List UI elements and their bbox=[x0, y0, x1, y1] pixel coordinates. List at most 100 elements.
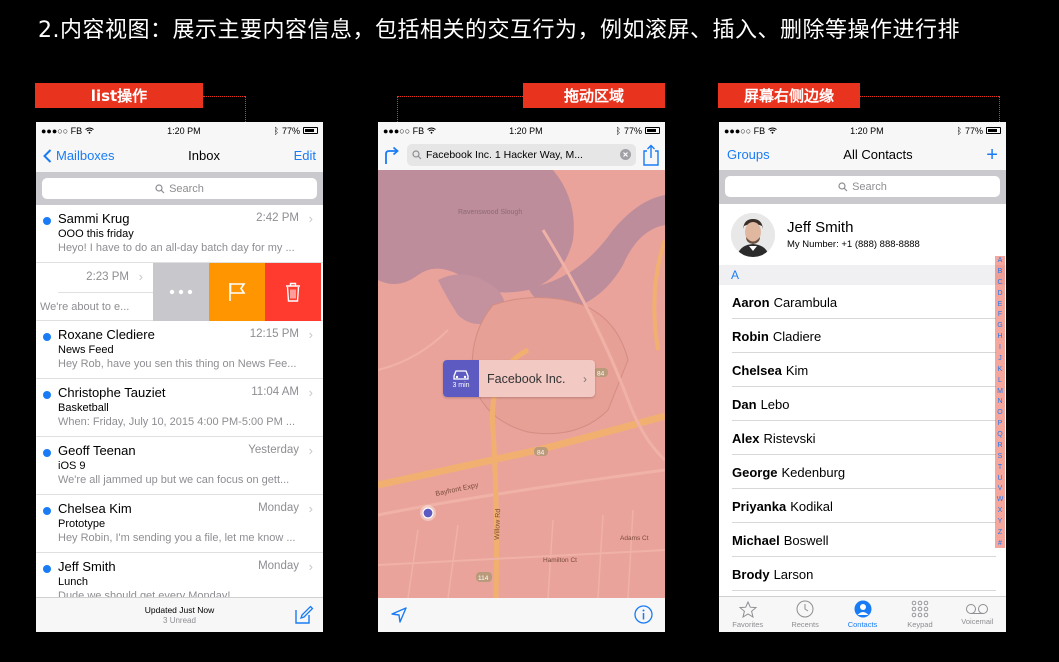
index-letter[interactable]: U bbox=[997, 475, 1002, 482]
index-letter[interactable]: W bbox=[997, 496, 1004, 503]
mail-list-item[interactable]: Christophe Tauziet 11:04 AM › Basketball… bbox=[36, 379, 323, 437]
index-letter[interactable]: M bbox=[997, 388, 1003, 395]
index-letter[interactable]: C bbox=[997, 279, 1002, 286]
tab-keypad[interactable]: Keypad bbox=[891, 597, 948, 632]
index-letter[interactable]: K bbox=[998, 366, 1003, 373]
location-arrow-icon[interactable] bbox=[390, 606, 408, 624]
index-letter[interactable]: Y bbox=[998, 518, 1003, 525]
index-letter[interactable]: O bbox=[997, 409, 1002, 416]
index-letter[interactable]: A bbox=[998, 257, 1003, 264]
index-letter[interactable]: F bbox=[998, 311, 1002, 318]
add-contact-button[interactable]: + bbox=[986, 145, 998, 165]
contact-row[interactable]: Chelsea Kim bbox=[719, 353, 1006, 387]
index-letter[interactable]: J bbox=[998, 355, 1002, 362]
index-letter[interactable]: N bbox=[997, 398, 1002, 405]
more-button[interactable] bbox=[153, 263, 209, 321]
leader-line bbox=[203, 96, 245, 97]
slough-label: Ravenswood Slough bbox=[458, 209, 522, 216]
index-letter[interactable]: T bbox=[998, 464, 1002, 471]
edit-button[interactable]: Edit bbox=[294, 148, 316, 163]
drive-eta-button[interactable]: 3 min bbox=[443, 360, 479, 397]
contacts-nav-bar: Groups All Contacts + bbox=[719, 139, 1006, 170]
search-icon bbox=[412, 149, 422, 159]
index-letter[interactable]: P bbox=[998, 420, 1003, 427]
index-letter[interactable]: # bbox=[998, 540, 1002, 547]
share-icon[interactable] bbox=[642, 144, 660, 166]
contact-row[interactable]: Alex Ristevski bbox=[719, 421, 1006, 455]
my-card[interactable]: Jeff Smith My Number: +1 (888) 888-8888 bbox=[719, 204, 1006, 265]
index-letter[interactable]: S bbox=[998, 453, 1003, 460]
section-index-bar[interactable]: A B C D E F G H I J K L M N O P Q R S T U V W X Y Z # bbox=[995, 256, 1005, 548]
directions-icon[interactable] bbox=[383, 145, 401, 165]
mail-time: 2:23 PM bbox=[86, 271, 129, 283]
contact-row[interactable]: Dan Lebo bbox=[719, 387, 1006, 421]
tab-voicemail[interactable]: Voicemail bbox=[949, 597, 1006, 632]
contact-last-name: Lebo bbox=[760, 396, 790, 412]
search-icon bbox=[838, 181, 848, 191]
groups-button[interactable]: Groups bbox=[727, 147, 770, 162]
clock: 1:20 PM bbox=[167, 125, 201, 136]
unread-dot bbox=[43, 565, 51, 573]
search-input[interactable]: Search bbox=[725, 176, 1000, 197]
updated-status: Updated Just Now bbox=[144, 605, 215, 615]
clear-icon[interactable] bbox=[620, 149, 631, 160]
contact-last-name: Kim bbox=[785, 362, 809, 378]
mail-nav-bar: Mailboxes Inbox Edit bbox=[36, 139, 323, 172]
tab-favorites[interactable]: Favorites bbox=[719, 597, 776, 632]
mail-time: Yesterday bbox=[248, 444, 299, 456]
index-letter[interactable]: H bbox=[997, 333, 1002, 340]
index-letter[interactable]: G bbox=[997, 322, 1002, 329]
index-letter[interactable]: X bbox=[998, 507, 1003, 514]
info-icon[interactable] bbox=[634, 605, 653, 624]
index-letter[interactable]: B bbox=[998, 268, 1003, 275]
status-bar: ●●●○○ FB 1:20 PM ᛒ 77% bbox=[719, 122, 1006, 139]
contact-row[interactable]: Brody Larson bbox=[719, 557, 1006, 591]
mail-subject: Prototype bbox=[58, 518, 106, 530]
tag-drag-area: 拖动区域 bbox=[523, 83, 665, 108]
swiped-mail-list-item[interactable]: 2:23 PM › We're about to e... bbox=[36, 263, 323, 321]
map-drag-area[interactable]: Ravenswood Slough Bayfront Expy Willow R… bbox=[378, 170, 665, 598]
search-bar: Search bbox=[719, 170, 1006, 204]
mailboxes-back-button[interactable]: Mailboxes bbox=[43, 148, 115, 163]
compose-icon[interactable] bbox=[294, 605, 314, 625]
index-letter[interactable]: D bbox=[997, 290, 1002, 297]
contact-row[interactable]: Robin Cladiere bbox=[719, 319, 1006, 353]
search-placeholder: Search bbox=[852, 180, 887, 193]
mail-subject: OOO this friday bbox=[58, 228, 134, 240]
delete-button[interactable] bbox=[265, 263, 321, 321]
flag-button[interactable] bbox=[209, 263, 265, 321]
page-title: All Contacts bbox=[843, 147, 913, 162]
tab-contacts[interactable]: Contacts bbox=[834, 597, 891, 632]
index-letter[interactable]: Z bbox=[998, 529, 1002, 536]
mail-preview: When: Friday, July 10, 2015 4:00 PM-5:00… bbox=[58, 416, 296, 428]
my-number: My Number: +1 (888) 888-8888 bbox=[787, 239, 920, 250]
place-callout[interactable]: 3 min Facebook Inc. › bbox=[443, 360, 595, 397]
mail-list-item[interactable]: Geoff Teenan Yesterday › iOS 9 We're all… bbox=[36, 437, 323, 495]
contacts-phone: ●●●○○ FB 1:20 PM ᛒ 77% Groups All Contact… bbox=[719, 122, 1006, 632]
index-letter[interactable]: I bbox=[999, 344, 1001, 351]
contact-row[interactable]: Aaron Carambula bbox=[719, 285, 1006, 319]
index-letter[interactable]: L bbox=[998, 377, 1002, 384]
swiped-mail-content[interactable]: 2:23 PM › We're about to e... bbox=[36, 263, 153, 320]
willow-label: Willow Rd bbox=[494, 509, 502, 540]
mail-list-item[interactable]: Sammi Krug 2:42 PM › OOO this friday Hey… bbox=[36, 205, 323, 263]
chevron-right-icon: › bbox=[138, 269, 143, 284]
contact-row[interactable]: Priyanka Kodikal bbox=[719, 489, 1006, 523]
map-search-input[interactable]: Facebook Inc. 1 Hacker Way, M... bbox=[407, 143, 636, 166]
mail-list-item[interactable]: Roxane Clediere 12:15 PM › News Feed Hey… bbox=[36, 321, 323, 379]
mail-preview: We're all jammed up but we can focus on … bbox=[58, 474, 290, 486]
tab-label: Keypad bbox=[907, 620, 933, 629]
keypad-icon bbox=[911, 600, 929, 618]
search-input[interactable]: Search bbox=[42, 178, 317, 199]
contact-row[interactable]: Michael Boswell bbox=[719, 523, 1006, 557]
route-84-shield: 84 bbox=[537, 450, 545, 457]
index-letter[interactable]: Q bbox=[997, 431, 1002, 438]
tab-recents[interactable]: Recents bbox=[776, 597, 833, 632]
contact-row[interactable]: George Kedenburg bbox=[719, 455, 1006, 489]
trash-icon bbox=[286, 282, 300, 302]
index-letter[interactable]: E bbox=[998, 301, 1003, 308]
mail-list-item[interactable]: Chelsea Kim Monday › Prototype Hey Robin… bbox=[36, 495, 323, 553]
index-letter[interactable]: V bbox=[998, 485, 1003, 492]
index-letter[interactable]: R bbox=[997, 442, 1002, 449]
contact-first-name: Robin bbox=[732, 328, 769, 344]
